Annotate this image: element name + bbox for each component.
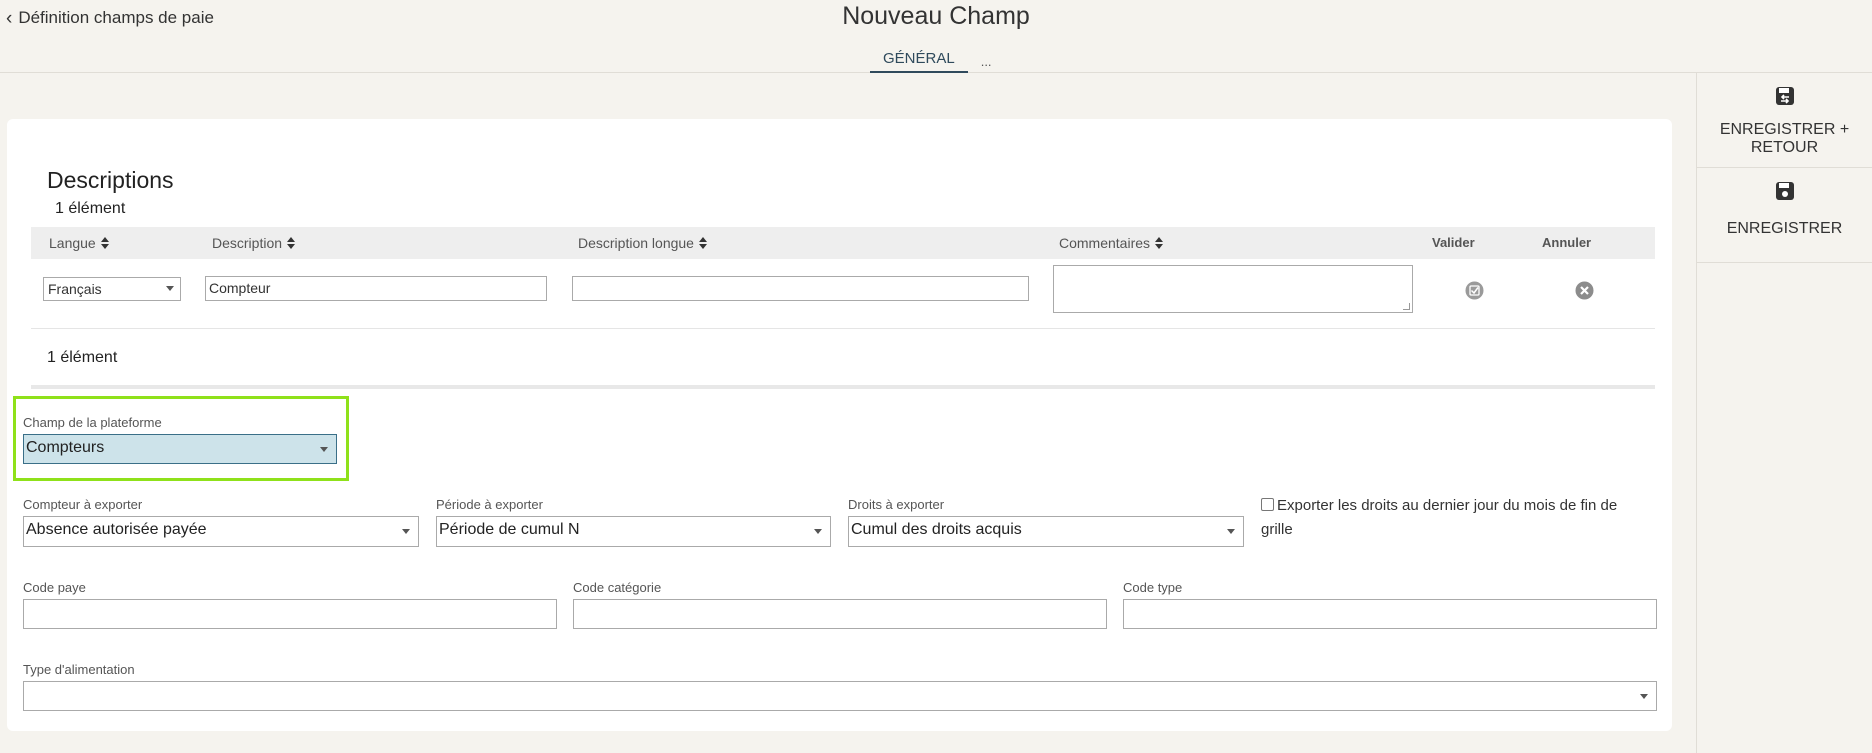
description-longue-input[interactable] bbox=[572, 276, 1029, 301]
droits-value: Cumul des droits acquis bbox=[851, 521, 1022, 538]
save-button[interactable]: ENREGISTRER bbox=[1697, 168, 1872, 263]
description-input[interactable]: Compteur bbox=[205, 276, 547, 301]
sort-icon bbox=[1155, 237, 1164, 249]
exporter-checkbox-label: Exporter les droits au dernier jour du m… bbox=[1261, 497, 1618, 538]
periode-value: Période de cumul N bbox=[439, 521, 580, 538]
validate-icon[interactable] bbox=[1465, 281, 1484, 305]
save-return-label-line1: ENREGISTRER + bbox=[1719, 121, 1850, 138]
droits-label: Droits à exporter bbox=[848, 497, 945, 512]
sort-icon bbox=[698, 237, 707, 249]
code-categorie-label: Code catégorie bbox=[573, 580, 662, 595]
langue-select[interactable]: Français bbox=[43, 277, 181, 301]
chevron-down-icon bbox=[1227, 529, 1235, 534]
tab-general[interactable]: GÉNÉRAL bbox=[870, 50, 968, 73]
chevron-down-icon bbox=[1640, 694, 1648, 699]
compteur-value: Absence autorisée payée bbox=[26, 521, 207, 538]
chevron-down-icon bbox=[814, 529, 822, 534]
tab-more[interactable]: ... bbox=[968, 54, 1005, 73]
column-label-description-longue: Description longue bbox=[578, 235, 694, 251]
save-return-label-line2: RETOUR bbox=[1750, 139, 1819, 156]
platform-field-label: Champ de la plateforme bbox=[23, 415, 162, 430]
code-paye-input[interactable] bbox=[23, 599, 557, 629]
cancel-icon[interactable] bbox=[1575, 281, 1594, 305]
section-title: Descriptions bbox=[47, 167, 174, 193]
save-icon bbox=[1697, 181, 1872, 201]
item-count-top: 1 élément bbox=[55, 200, 126, 217]
platform-field-value: Compteurs bbox=[26, 439, 105, 456]
code-type-label: Code type bbox=[1123, 580, 1183, 595]
type-alimentation-select[interactable] bbox=[23, 681, 1657, 711]
compteur-select[interactable]: Absence autorisée payée bbox=[23, 516, 419, 547]
code-paye-label: Code paye bbox=[23, 580, 86, 595]
column-header-valider: Valider bbox=[1432, 235, 1475, 250]
periode-select[interactable]: Période de cumul N bbox=[436, 516, 831, 547]
type-alimentation-label: Type d'alimentation bbox=[23, 662, 135, 677]
table-row: Français Compteur bbox=[31, 259, 1655, 329]
save-label: ENREGISTRER bbox=[1726, 220, 1843, 237]
chevron-down-icon bbox=[320, 447, 328, 452]
chevron-down-icon bbox=[166, 286, 174, 291]
sort-icon bbox=[287, 237, 296, 249]
exporter-checkbox-row: Exporter les droits au dernier jour du m… bbox=[1261, 494, 1631, 542]
column-label-langue: Langue bbox=[49, 235, 96, 251]
periode-label: Période à exporter bbox=[436, 497, 543, 512]
column-label-description: Description bbox=[212, 235, 283, 251]
commentaires-textarea[interactable] bbox=[1053, 265, 1413, 313]
page-title: Nouveau Champ bbox=[842, 2, 1030, 30]
item-count-bottom: 1 élément bbox=[47, 349, 118, 366]
code-categorie-input[interactable] bbox=[573, 599, 1107, 629]
action-panel: ENREGISTRER + RETOUR ENREGISTRER bbox=[1696, 73, 1872, 753]
tab-bar: GÉNÉRAL ... bbox=[870, 48, 1005, 73]
section-divider bbox=[31, 385, 1655, 389]
column-header-langue[interactable]: Langue bbox=[49, 235, 109, 251]
resize-grip-icon[interactable] bbox=[1403, 303, 1410, 310]
langue-select-value: Français bbox=[48, 281, 102, 297]
save-return-button[interactable]: ENREGISTRER + RETOUR bbox=[1697, 73, 1872, 168]
platform-field-select[interactable]: Compteurs bbox=[23, 434, 337, 464]
droits-select[interactable]: Cumul des droits acquis bbox=[848, 516, 1244, 547]
exporter-checkbox[interactable] bbox=[1261, 498, 1274, 511]
table-header: Langue Description Description longue Co… bbox=[31, 227, 1655, 259]
top-bar: ‹ Définition champs de paie Nouveau Cham… bbox=[0, 0, 1872, 73]
chevron-down-icon bbox=[402, 529, 410, 534]
code-type-input[interactable] bbox=[1123, 599, 1657, 629]
column-header-description[interactable]: Description bbox=[212, 235, 296, 251]
column-header-commentaires[interactable]: Commentaires bbox=[1059, 235, 1164, 251]
column-label-commentaires: Commentaires bbox=[1059, 235, 1151, 251]
compteur-label: Compteur à exporter bbox=[23, 497, 143, 512]
save-return-icon bbox=[1697, 86, 1872, 106]
sort-icon bbox=[100, 237, 109, 249]
column-header-annuler: Annuler bbox=[1542, 235, 1592, 250]
save-return-label: ENREGISTRER + RETOUR bbox=[1697, 121, 1872, 157]
column-header-description-longue[interactable]: Description longue bbox=[578, 235, 707, 251]
